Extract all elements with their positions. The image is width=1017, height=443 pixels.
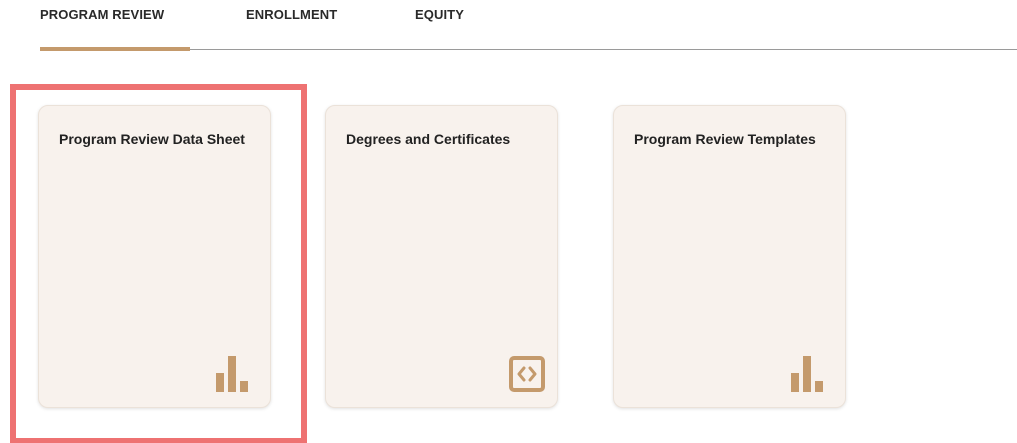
card-title: Program Review Data Sheet <box>59 131 245 147</box>
bar-chart-icon <box>791 356 823 392</box>
tab-equity[interactable]: EQUITY <box>415 7 464 22</box>
tab-bar: PROGRAM REVIEW ENROLLMENT EQUITY <box>0 0 1017 52</box>
card-program-review-templates[interactable]: Program Review Templates <box>613 105 846 408</box>
card-title: Degrees and Certificates <box>346 131 511 147</box>
bar-chart-icon <box>216 356 248 392</box>
active-tab-indicator <box>40 47 190 51</box>
card-program-review-data-sheet[interactable]: Program Review Data Sheet <box>38 105 271 408</box>
tab-enrollment[interactable]: ENROLLMENT <box>246 7 337 22</box>
card-title: Program Review Templates <box>634 131 816 147</box>
code-brackets-icon <box>509 356 545 392</box>
page: PROGRAM REVIEW ENROLLMENT EQUITY Program… <box>0 0 1017 443</box>
tab-program-review[interactable]: PROGRAM REVIEW <box>40 7 164 22</box>
card-degrees-and-certificates[interactable]: Degrees and Certificates <box>325 105 558 408</box>
